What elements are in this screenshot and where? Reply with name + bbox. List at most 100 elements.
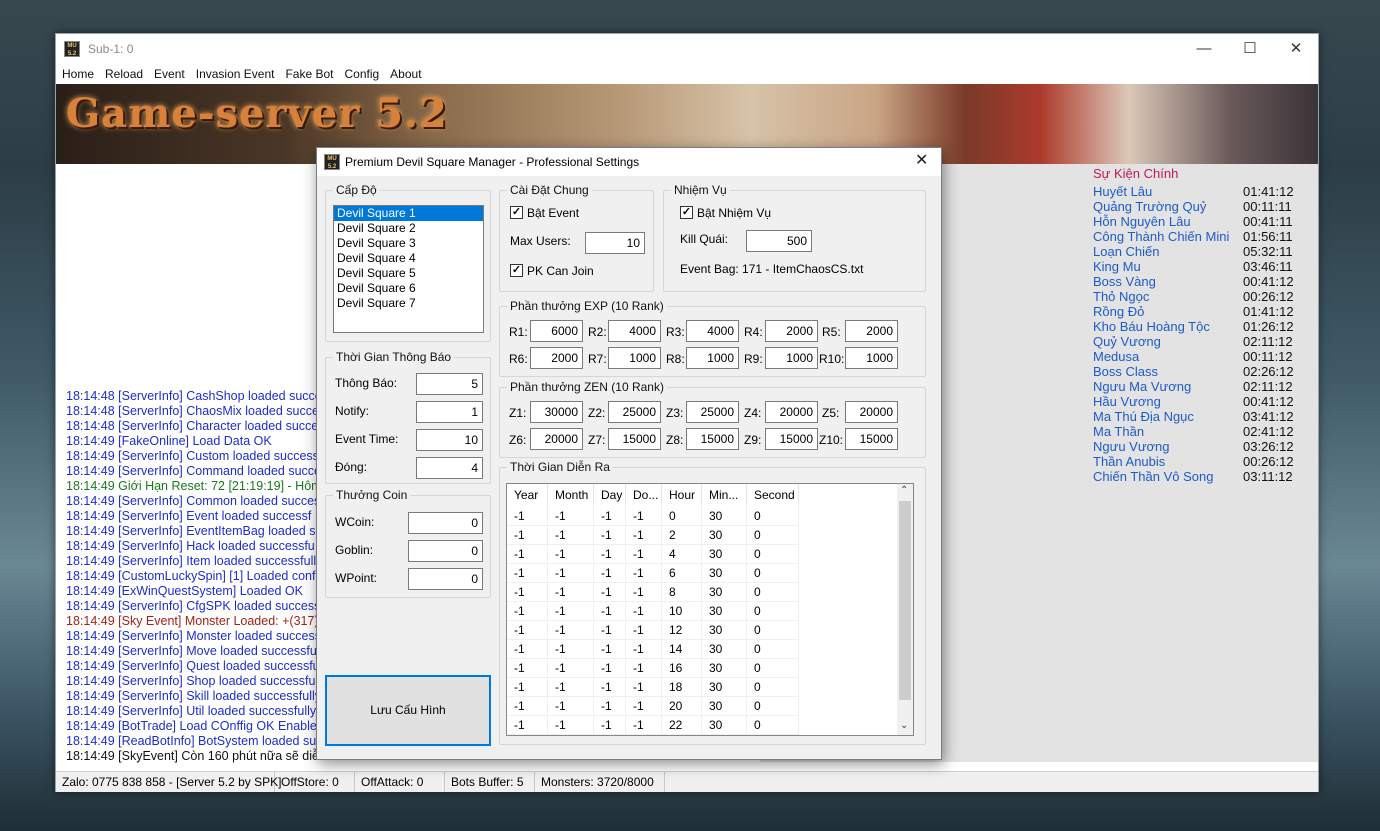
grid-cell[interactable]: -1 bbox=[507, 526, 548, 545]
grid-cell[interactable]: -1 bbox=[594, 564, 626, 583]
grid-cell[interactable]: -1 bbox=[507, 659, 548, 678]
grid-cell[interactable]: -1 bbox=[548, 602, 594, 621]
zen-rank-input[interactable]: 15000 bbox=[765, 428, 818, 450]
grid-cell[interactable]: 0 bbox=[747, 526, 799, 545]
grid-cell[interactable]: -1 bbox=[548, 564, 594, 583]
grid-cell[interactable]: -1 bbox=[626, 602, 662, 621]
dialog-close-icon[interactable]: ✕ bbox=[915, 150, 928, 170]
event-name[interactable]: Medusa bbox=[1093, 349, 1243, 364]
table-row[interactable]: -1 -1 -1 -1 4 30 0 bbox=[507, 545, 897, 564]
event-name[interactable]: Hỗn Nguyên Lâu bbox=[1093, 214, 1243, 229]
grid-cell[interactable]: 12 bbox=[662, 621, 702, 640]
exp-rank-input[interactable]: 4000 bbox=[608, 320, 661, 342]
grid-header[interactable]: Hour bbox=[662, 484, 702, 506]
grid-header[interactable]: Min... bbox=[702, 484, 747, 506]
devil-square-item[interactable]: Devil Square 6 bbox=[334, 281, 483, 296]
zen-rank-input[interactable]: 15000 bbox=[608, 428, 661, 450]
grid-cell[interactable]: -1 bbox=[626, 678, 662, 697]
grid-cell[interactable]: -1 bbox=[548, 678, 594, 697]
event-name[interactable]: Chiến Thần Vô Song bbox=[1093, 469, 1243, 484]
devil-square-item[interactable]: Devil Square 7 bbox=[334, 296, 483, 311]
grid-cell[interactable]: 0 bbox=[747, 602, 799, 621]
grid-cell[interactable]: -1 bbox=[626, 640, 662, 659]
grid-cell[interactable]: -1 bbox=[626, 716, 662, 735]
event-name[interactable]: Boss Class bbox=[1093, 364, 1243, 379]
exp-rank-input[interactable]: 1000 bbox=[608, 347, 661, 369]
grid-cell[interactable]: -1 bbox=[594, 526, 626, 545]
grid-header[interactable]: Year bbox=[507, 484, 548, 506]
grid-cell[interactable]: -1 bbox=[548, 697, 594, 716]
grid-cell[interactable]: 0 bbox=[747, 640, 799, 659]
exp-rank-input[interactable]: 2000 bbox=[845, 320, 898, 342]
pk-can-join-checkbox[interactable]: ✓ bbox=[510, 264, 523, 277]
devil-square-item[interactable]: Devil Square 4 bbox=[334, 251, 483, 266]
grid-cell[interactable]: 0 bbox=[747, 583, 799, 602]
grid-cell[interactable]: 30 bbox=[702, 583, 747, 602]
grid-cell[interactable]: 0 bbox=[747, 697, 799, 716]
event-name[interactable]: Hầu Vương bbox=[1093, 394, 1243, 409]
grid-cell[interactable]: 14 bbox=[662, 640, 702, 659]
table-row[interactable]: -1 -1 -1 -1 22 30 0 bbox=[507, 716, 897, 735]
notice-input[interactable]: 5 bbox=[416, 373, 483, 395]
grid-cell[interactable]: -1 bbox=[594, 678, 626, 697]
scroll-up-icon[interactable]: ⌃ bbox=[900, 485, 908, 496]
grid-cell[interactable]: -1 bbox=[548, 583, 594, 602]
grid-cell[interactable]: -1 bbox=[594, 659, 626, 678]
grid-cell[interactable]: 30 bbox=[702, 697, 747, 716]
event-name[interactable]: Ngưu Vương bbox=[1093, 439, 1243, 454]
event-name[interactable]: Quảng Trường Quỷ bbox=[1093, 199, 1243, 214]
grid-cell[interactable]: -1 bbox=[507, 716, 548, 735]
grid-cell[interactable]: 30 bbox=[702, 602, 747, 621]
table-row[interactable]: -1 -1 -1 -1 0 30 0 bbox=[507, 507, 897, 526]
table-row[interactable]: -1 -1 -1 -1 14 30 0 bbox=[507, 640, 897, 659]
grid-cell[interactable]: -1 bbox=[548, 716, 594, 735]
grid-cell[interactable]: -1 bbox=[594, 602, 626, 621]
devil-square-item[interactable]: Devil Square 2 bbox=[334, 221, 483, 236]
devil-square-item[interactable]: Devil Square 3 bbox=[334, 236, 483, 251]
grid-cell[interactable]: -1 bbox=[507, 621, 548, 640]
zen-rank-input[interactable]: 25000 bbox=[686, 401, 739, 423]
event-name[interactable]: Thần Anubis bbox=[1093, 454, 1243, 469]
notice-input[interactable]: 1 bbox=[416, 401, 483, 423]
exp-rank-input[interactable]: 6000 bbox=[530, 320, 583, 342]
grid-cell[interactable]: -1 bbox=[626, 659, 662, 678]
grid-cell[interactable]: 0 bbox=[747, 678, 799, 697]
grid-cell[interactable]: 0 bbox=[747, 621, 799, 640]
exp-rank-input[interactable]: 4000 bbox=[686, 320, 739, 342]
grid-cell[interactable]: -1 bbox=[507, 602, 548, 621]
grid-cell[interactable]: -1 bbox=[626, 545, 662, 564]
minimize-button[interactable]: — bbox=[1181, 34, 1227, 64]
exp-rank-input[interactable]: 1000 bbox=[845, 347, 898, 369]
grid-cell[interactable]: 30 bbox=[702, 640, 747, 659]
grid-cell[interactable]: 2 bbox=[662, 526, 702, 545]
grid-cell[interactable]: -1 bbox=[548, 526, 594, 545]
event-name[interactable]: Kho Báu Hoàng Tộc bbox=[1093, 319, 1243, 334]
grid-cell[interactable]: 8 bbox=[662, 583, 702, 602]
event-name[interactable]: Ngưu Ma Vương bbox=[1093, 379, 1243, 394]
notice-input[interactable]: 10 bbox=[416, 429, 483, 451]
menu-fake-bot[interactable]: Fake Bot bbox=[279, 64, 338, 81]
zen-rank-input[interactable]: 15000 bbox=[845, 428, 898, 450]
notice-input[interactable]: 4 bbox=[416, 457, 483, 479]
grid-scroll-thumb[interactable] bbox=[899, 501, 911, 700]
grid-cell[interactable]: -1 bbox=[507, 507, 548, 526]
grid-header[interactable]: Month bbox=[548, 484, 594, 506]
coin-input[interactable]: 0 bbox=[408, 512, 483, 534]
grid-cell[interactable]: -1 bbox=[594, 507, 626, 526]
event-name[interactable]: Loạn Chiến bbox=[1093, 244, 1243, 259]
grid-cell[interactable]: -1 bbox=[507, 545, 548, 564]
grid-header[interactable]: Day bbox=[594, 484, 626, 506]
exp-rank-input[interactable]: 1000 bbox=[765, 347, 818, 369]
table-row[interactable]: -1 -1 -1 -1 6 30 0 bbox=[507, 564, 897, 583]
grid-cell[interactable]: 20 bbox=[662, 697, 702, 716]
table-row[interactable]: -1 -1 -1 -1 16 30 0 bbox=[507, 659, 897, 678]
event-name[interactable]: Ma Thần bbox=[1093, 424, 1243, 439]
grid-cell[interactable]: 18 bbox=[662, 678, 702, 697]
grid-cell[interactable]: 30 bbox=[702, 678, 747, 697]
grid-cell[interactable]: 22 bbox=[662, 716, 702, 735]
exp-rank-input[interactable]: 2000 bbox=[765, 320, 818, 342]
grid-cell[interactable]: 4 bbox=[662, 545, 702, 564]
grid-header[interactable]: Second bbox=[747, 484, 799, 506]
close-button[interactable]: ✕ bbox=[1273, 34, 1319, 64]
grid-cell[interactable]: -1 bbox=[626, 564, 662, 583]
